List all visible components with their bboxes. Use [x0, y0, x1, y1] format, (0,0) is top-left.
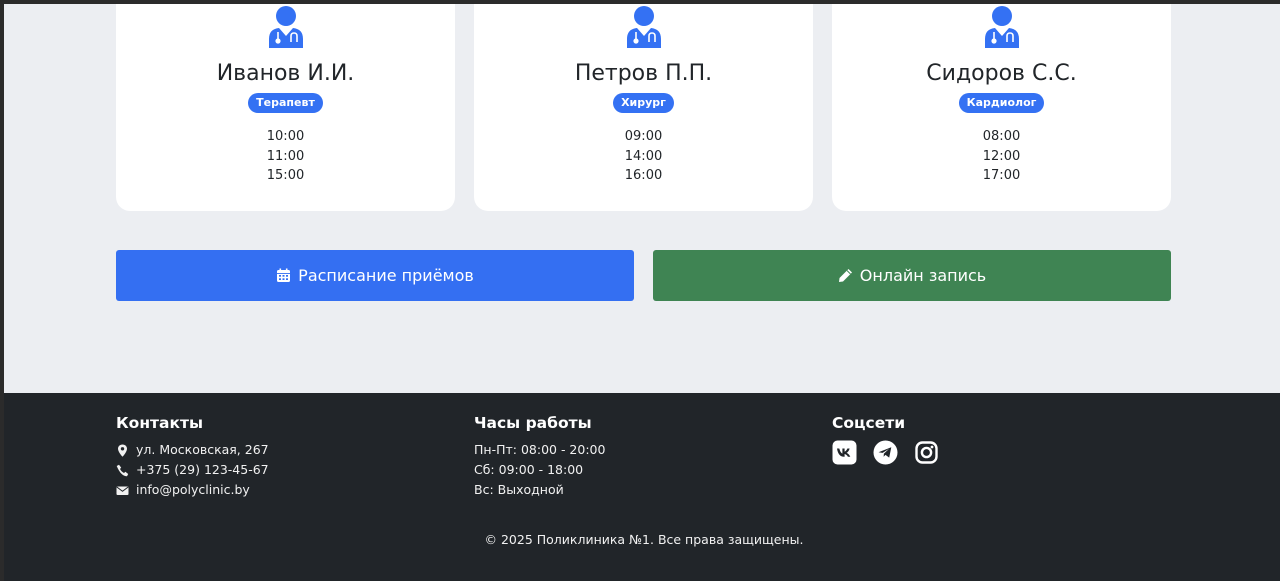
doctor-card: Иванов И.И. Терапевт 10:00 11:00 15:00	[116, 4, 455, 211]
time-slot: 15:00	[266, 168, 305, 183]
contacts-title: Контакты	[116, 414, 203, 432]
address-text: ул. Московская, 267	[136, 442, 269, 457]
time-slot: 14:00	[624, 148, 663, 164]
hours-saturday: Сб: 09:00 - 18:00	[474, 462, 584, 477]
doctor-card: Петров П.П. Хирург 09:00 14:00 16:00	[474, 4, 813, 211]
time-slot: 12:00	[982, 148, 1021, 164]
doctor-icon	[268, 6, 303, 48]
copyright: © 2025 Поликлиника №1. Все права защищен…	[484, 532, 804, 547]
footer-contacts: Контакты ул. Московская, 267 +375 (29) 1…	[116, 414, 269, 500]
footer-social: Соцсети	[832, 414, 939, 465]
phone-text[interactable]: +375 (29) 123-45-67	[136, 460, 269, 480]
time-list: 09:00 14:00 16:00	[625, 127, 662, 186]
address-line: ул. Московская, 267	[116, 440, 269, 460]
time-slot: 11:00	[266, 148, 305, 164]
vk-icon[interactable]	[832, 440, 857, 465]
hours-title: Часы работы	[474, 414, 592, 432]
time-slot: 10:00	[266, 129, 305, 144]
telegram-icon[interactable]	[873, 440, 898, 465]
doctor-name: Сидоров С.С.	[926, 61, 1077, 86]
online-booking-button[interactable]: Онлайн запись	[653, 250, 1171, 301]
doctor-icon	[984, 6, 1019, 48]
envelope-icon	[116, 486, 129, 495]
footer: Контакты ул. Московская, 267 +375 (29) 1…	[4, 393, 1280, 581]
time-slot: 09:00	[624, 129, 663, 144]
hours-sunday: Вс: Выходной	[474, 482, 564, 497]
page: Иванов И.И. Терапевт 10:00 11:00 15:00 П…	[4, 4, 1280, 581]
phone-line: +375 (29) 123-45-67	[116, 460, 269, 480]
hours-weekdays: Пн-Пт: 08:00 - 20:00	[474, 442, 606, 457]
schedule-button[interactable]: Расписание приёмов	[116, 250, 634, 301]
schedule-button-label: Расписание приёмов	[298, 266, 474, 285]
pencil-icon	[838, 269, 852, 282]
social-title: Соцсети	[832, 414, 906, 432]
email-text[interactable]: info@polyclinic.by	[136, 480, 250, 500]
specialty-badge: Кардиолог	[958, 93, 1045, 113]
time-slot: 16:00	[624, 168, 663, 183]
doctor-name: Иванов И.И.	[216, 61, 355, 86]
calendar-icon	[277, 268, 291, 282]
instagram-icon[interactable]	[914, 440, 939, 465]
doctor-cards: Иванов И.И. Терапевт 10:00 11:00 15:00 П…	[116, 4, 1171, 211]
doctor-card: Сидоров С.С. Кардиолог 08:00 12:00 17:00	[832, 4, 1171, 211]
doctor-icon	[626, 6, 661, 48]
map-marker-icon	[118, 444, 127, 457]
time-slot: 17:00	[982, 168, 1021, 183]
online-booking-button-label: Онлайн запись	[859, 266, 987, 285]
phone-icon	[116, 464, 129, 476]
time-list: 08:00 12:00 17:00	[983, 127, 1020, 186]
action-buttons: Расписание приёмов Онлайн запись	[116, 250, 1171, 301]
email-line: info@polyclinic.by	[116, 480, 269, 500]
time-slot: 08:00	[982, 129, 1021, 144]
social-links	[832, 440, 939, 465]
time-list: 10:00 11:00 15:00	[267, 127, 304, 186]
specialty-badge: Терапевт	[248, 93, 323, 113]
footer-hours: Часы работы Пн-Пт: 08:00 - 20:00 Сб: 09:…	[474, 414, 605, 500]
doctor-name: Петров П.П.	[574, 61, 713, 86]
specialty-badge: Хирург	[613, 93, 674, 113]
